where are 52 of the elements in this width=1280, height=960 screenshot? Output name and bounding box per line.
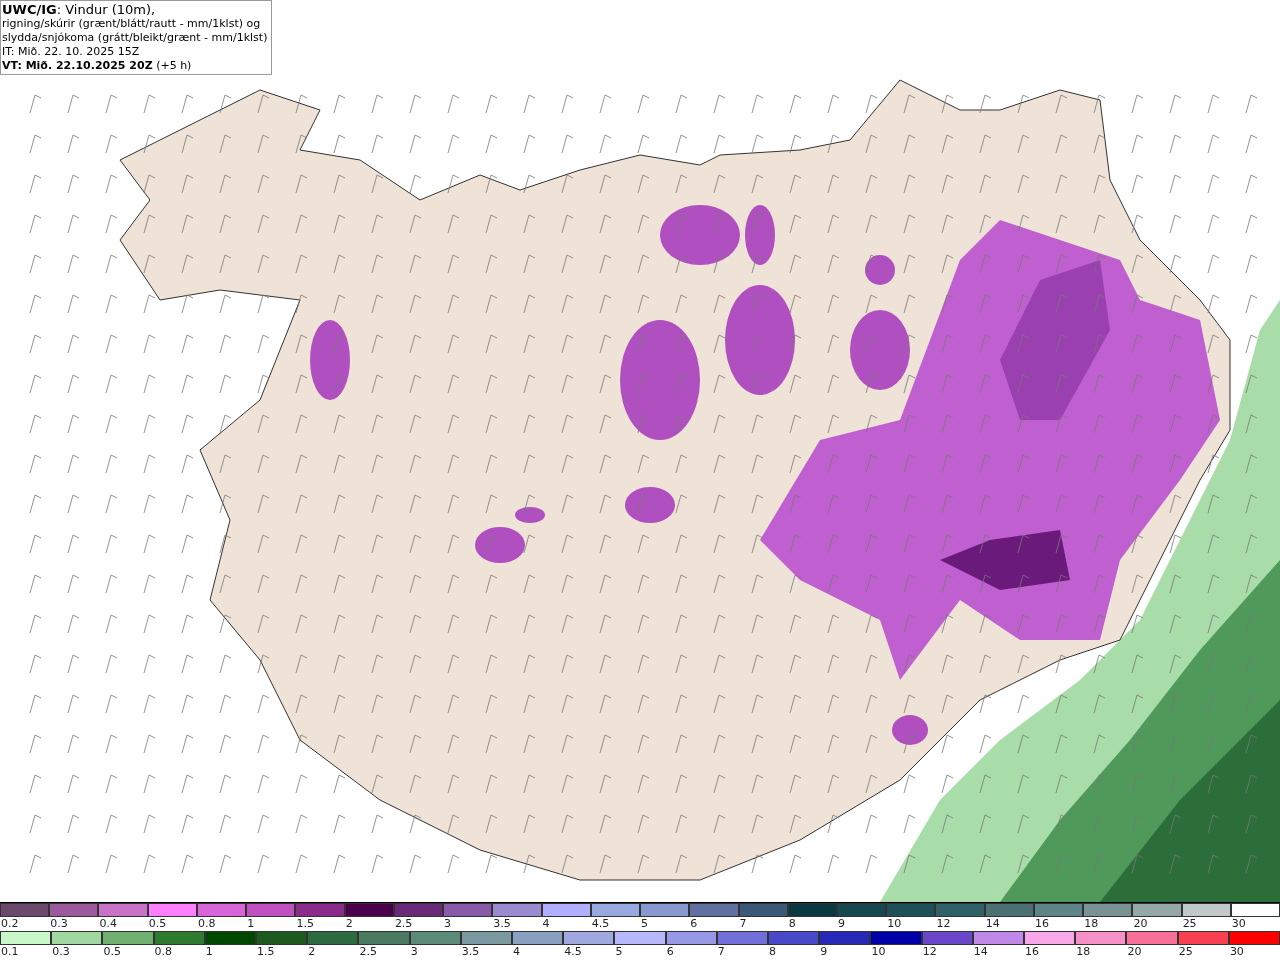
legend-label: 3.5 — [460, 945, 481, 959]
legend-label: 10 — [870, 945, 887, 959]
legend-label: 25 — [1177, 945, 1194, 959]
legend-label: 0.3 — [49, 917, 69, 931]
legend-label: 30 — [1230, 917, 1247, 931]
legend-label: 0.2 — [0, 917, 20, 931]
legend-label: 12 — [921, 945, 938, 959]
legend-label: 0.1 — [0, 945, 20, 959]
legend-label: 1.5 — [256, 945, 276, 959]
legend-label: 1 — [204, 945, 214, 959]
chart-title: UWC/IG: Vindur (10m), rigning/skúrir (grænt/blátt/rautt - mm/1klst) og slydda/snjókoma (grátt/bleikt/grænt - mm/1klst) IT: Mið. 22. 10. 2025 15Z VT: Mið. 22.10.2025 20Z (+5 h) — [0, 0, 273, 75]
legend-label: 14 — [972, 945, 989, 959]
legend-label: 25 — [1181, 917, 1198, 931]
legend-label: 0.5 — [147, 917, 168, 931]
legend-label: 10 — [886, 917, 903, 931]
legend-label: 6 — [665, 945, 675, 959]
legend-label: 18 — [1075, 945, 1092, 959]
legend-label: 2 — [307, 945, 317, 959]
legend-label: 2.5 — [358, 945, 378, 959]
legend-label: 0.5 — [102, 945, 122, 959]
legend-label: 3 — [409, 945, 419, 959]
legend-label: 0.8 — [196, 917, 217, 931]
legend-label: 14 — [984, 917, 1001, 931]
legend-label: 5 — [640, 917, 650, 931]
legend-label: 16 — [1033, 917, 1050, 931]
legend-label: 18 — [1083, 917, 1100, 931]
legend-label: 1 — [246, 917, 256, 931]
legend-label: 8 — [768, 945, 778, 959]
legend-label: 3 — [443, 917, 453, 931]
legend-label: 20 — [1132, 917, 1149, 931]
legend-label: 20 — [1126, 945, 1143, 959]
legend-label: 5 — [614, 945, 624, 959]
legend-label: 9 — [819, 945, 829, 959]
legend-label: 4 — [512, 945, 522, 959]
legend-label: 3.5 — [492, 917, 512, 931]
legend-label: 6 — [689, 917, 699, 931]
legend-label: 7 — [738, 917, 748, 931]
legend-label: 4.5 — [563, 945, 583, 959]
legend-label: 0.4 — [98, 917, 118, 931]
legend-label: 4.5 — [590, 917, 611, 931]
legend-label: 4 — [541, 917, 551, 931]
legend-label: 0.3 — [51, 945, 71, 959]
legend-label: 7 — [716, 945, 726, 959]
legend-label: 8 — [787, 917, 797, 931]
legend-label: 12 — [935, 917, 952, 931]
legend-label: 30 — [1228, 945, 1245, 959]
legend-label: 16 — [1024, 945, 1041, 959]
legend-label: 2 — [344, 917, 354, 931]
legend-label: 0.8 — [153, 945, 174, 959]
legend-label: 1.5 — [295, 917, 315, 931]
legend-label: 9 — [837, 917, 846, 931]
legend-label: 2.5 — [393, 917, 414, 931]
